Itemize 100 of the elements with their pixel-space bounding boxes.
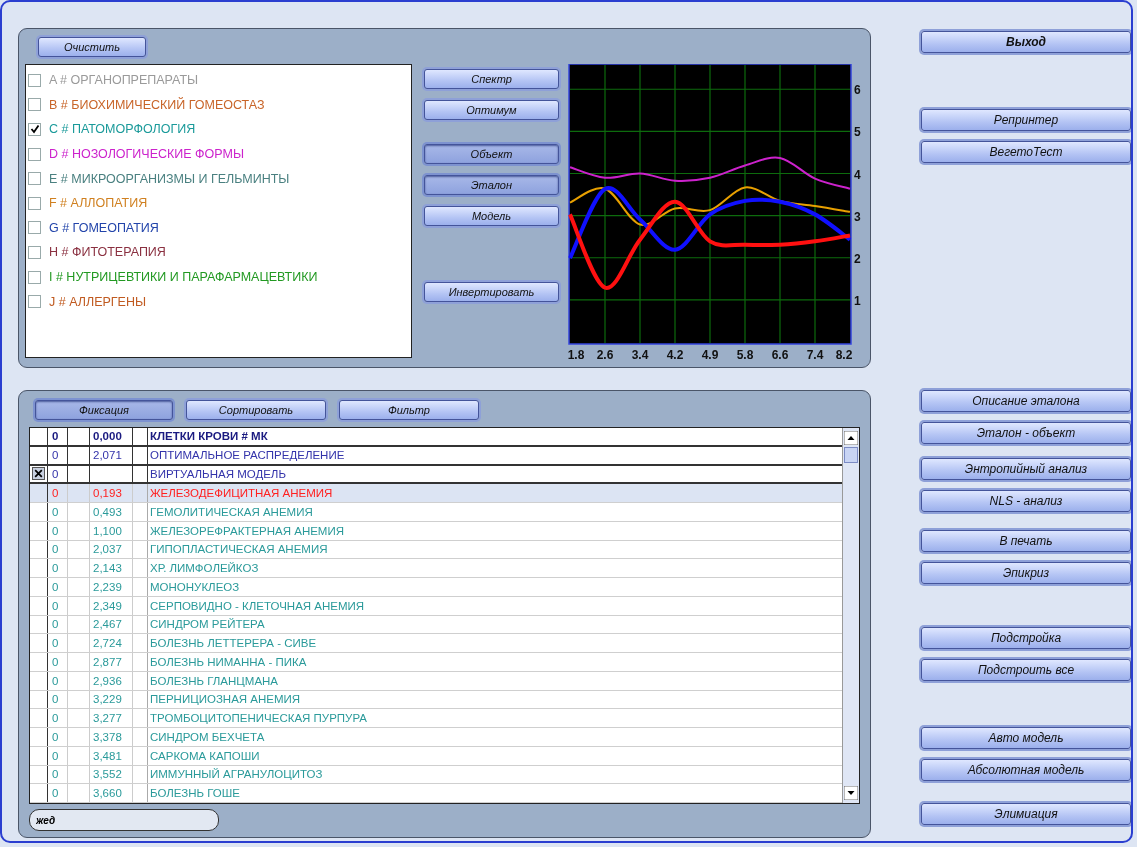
table-cell: 3,229 — [93, 693, 122, 706]
table-cell: СИНДРОМ БЕХЧЕТА — [150, 730, 265, 743]
table-cell: 0 — [52, 618, 59, 631]
table-cell: 2,349 — [93, 599, 122, 612]
side-button[interactable]: Подстройка — [921, 627, 1131, 649]
table-row[interactable]: 0 2,724 БОЛЕЗНЬ ЛЕТТЕРЕРА - СИВЕ — [30, 634, 842, 653]
mode-button[interactable]: Спектр — [424, 69, 559, 89]
checkbox[interactable] — [28, 196, 41, 210]
x-tick-label: 3.4 — [631, 348, 649, 362]
side-button[interactable]: Энтропийный анализ — [921, 458, 1131, 480]
table-cell: 2,936 — [93, 674, 122, 687]
table-row[interactable]: 0 0,493 ГЕМОЛИТИЧЕСКАЯ АНЕМИЯ — [30, 503, 842, 522]
y-tick-label: 2 — [854, 251, 861, 266]
table-button[interactable]: Фиксация — [35, 400, 173, 420]
table-row[interactable]: 0 2,936 БОЛЕЗНЬ ГЛАНЦМАНА — [30, 671, 842, 691]
side-button[interactable]: Элимиация — [921, 803, 1131, 825]
table-cell: 0 — [52, 562, 59, 575]
category-label[interactable]: H # ФИТОТЕРАПИЯ — [49, 245, 166, 260]
table-button[interactable]: Сортировать — [186, 400, 326, 420]
mode-button[interactable]: Эталон — [424, 175, 559, 195]
table-cell: ХР. ЛИМФОЛЕЙКОЗ — [150, 562, 259, 575]
table-cell: ПЕРНИЦИОЗНАЯ АНЕМИЯ — [150, 693, 301, 706]
mode-button[interactable]: Модель — [424, 206, 559, 226]
side-button[interactable]: ВегетоТест — [921, 141, 1131, 163]
category-label[interactable]: E # МИКРООРГАНИЗМЫ И ГЕЛЬМИНТЫ — [49, 171, 290, 186]
table-row[interactable]: 0 3,660 БОЛЕЗНЬ ГОШЕ — [30, 784, 842, 803]
category-label[interactable]: G # ГОМЕОПАТИЯ — [49, 220, 159, 235]
x-tick-label: 8.2 — [835, 348, 853, 362]
table-row[interactable]: 0 2,877 БОЛЕЗНЬ НИМАННА - ПИКА — [30, 653, 842, 672]
category-label[interactable]: D # НОЗОЛОГИЧЕСКИЕ ФОРМЫ — [49, 147, 245, 162]
side-button[interactable]: Выход — [921, 31, 1131, 53]
x-tick-label: 1.8 — [568, 348, 585, 362]
checkbox[interactable] — [28, 147, 41, 161]
table-cell: 0 — [52, 637, 59, 650]
category-label[interactable]: C # ПАТОМОРФОЛОГИЯ — [49, 122, 196, 137]
side-button[interactable]: В печать — [921, 530, 1131, 552]
table-row[interactable]: 0 0,000 КЛЕТКИ КРОВИ # МК — [30, 428, 842, 447]
x-tick-label: 5.8 — [736, 348, 754, 362]
category-label[interactable]: J # АЛЛЕРГЕНЫ — [49, 294, 147, 309]
side-button[interactable]: Авто модель — [921, 727, 1131, 749]
clear-button[interactable]: Очистить — [38, 37, 146, 57]
scrollbar[interactable] — [842, 428, 859, 803]
side-button[interactable]: Абсолютная модель — [921, 759, 1131, 781]
checkbox[interactable] — [28, 270, 41, 284]
table-row[interactable]: 0 2,071 ОПТИМАЛЬНОЕ РАСПРЕДЕЛЕНИЕ — [30, 446, 842, 466]
mode-button[interactable]: Оптимум — [424, 100, 559, 120]
scroll-down-icon[interactable] — [844, 786, 858, 800]
table-button[interactable]: Фильтр — [339, 400, 479, 420]
x-tick-label: 6.6 — [771, 348, 789, 362]
table-cell: 0,000 — [93, 430, 122, 443]
table-row[interactable]: 0 2,349 СЕРПОВИДНО - КЛЕТОЧНАЯ АНЕМИЯ — [30, 596, 842, 616]
table-cell: ИММУННЫЙ АГРАНУЛОЦИТОЗ — [150, 768, 323, 781]
y-tick-label: 6 — [854, 83, 861, 98]
table-cell: ОПТИМАЛЬНОЕ РАСПРЕДЕЛЕНИЕ — [150, 449, 345, 462]
table-row[interactable]: 0 2,037 ГИПОПЛАСТИЧЕСКАЯ АНЕМИЯ — [30, 540, 842, 560]
side-button[interactable]: Эталон - объект — [921, 422, 1131, 444]
side-button[interactable]: Подстроить все — [921, 659, 1131, 681]
table-row[interactable]: 0 3,552 ИММУННЫЙ АГРАНУЛОЦИТОЗ — [30, 765, 842, 785]
table-cell: САРКОМА КАПОШИ — [150, 749, 260, 762]
table-cell: ТРОМБОЦИТОПЕНИЧЕСКАЯ ПУРПУРА — [150, 712, 367, 725]
table-row[interactable]: 0 3,229 ПЕРНИЦИОЗНАЯ АНЕМИЯ — [30, 690, 842, 710]
checkbox[interactable] — [28, 123, 41, 136]
scroll-thumb[interactable] — [844, 447, 858, 463]
mode-button[interactable]: Инвертировать — [424, 282, 559, 302]
table-cell: БОЛЕЗНЬ ЛЕТТЕРЕРА - СИВЕ — [150, 637, 317, 650]
table-cell: 0 — [52, 505, 59, 518]
category-label[interactable]: I # НУТРИЦЕВТИКИ И ПАРАФАРМАЦЕВТИКИ — [49, 270, 318, 285]
table-cell: 2,071 — [93, 449, 122, 462]
side-button[interactable]: Описание эталона — [921, 390, 1131, 412]
table-cell: 2,143 — [93, 562, 122, 575]
table-row[interactable]: 0 2,143 ХР. ЛИМФОЛЕЙКОЗ — [30, 559, 842, 578]
table-row[interactable]: 0 2,239 МОНОНУКЛЕОЗ — [30, 578, 842, 597]
table-cell: 0 — [52, 430, 59, 443]
checkbox[interactable] — [28, 98, 41, 112]
checkbox[interactable] — [28, 73, 41, 87]
checkbox[interactable] — [28, 221, 41, 235]
table-cell: БОЛЕЗНЬ ГОШЕ — [150, 787, 240, 800]
side-button[interactable]: NLS - анализ — [921, 490, 1131, 512]
checkbox[interactable] — [28, 245, 41, 259]
table-cell: 2,037 — [93, 543, 122, 556]
table-row[interactable]: 0 3,378 СИНДРОМ БЕХЧЕТА — [30, 728, 842, 747]
mode-button[interactable]: Объект — [424, 144, 559, 164]
checkbox[interactable] — [28, 295, 41, 309]
y-tick-label: 3 — [854, 209, 861, 224]
side-button[interactable]: Репринтер — [921, 109, 1131, 131]
scroll-up-icon[interactable] — [844, 431, 858, 445]
table-row[interactable]: 0 3,481 САРКОМА КАПОШИ — [30, 746, 842, 766]
table-cell: 2,239 — [93, 580, 122, 593]
table-cell: 0 — [52, 487, 59, 500]
search-field[interactable]: жед — [29, 809, 219, 831]
table-cell: 0,193 — [93, 487, 122, 500]
x-tick-label: 4.9 — [701, 348, 719, 362]
side-button[interactable]: Эпикриз — [921, 562, 1131, 584]
row-checkbox[interactable] — [32, 467, 45, 481]
checkbox[interactable] — [28, 172, 41, 186]
table-row[interactable]: 0 3,277 ТРОМБОЦИТОПЕНИЧЕСКАЯ ПУРПУРА — [30, 709, 842, 728]
category-label[interactable]: B # БИОХИМИЧЕСКИЙ ГОМЕОСТАЗ — [49, 97, 265, 112]
table-row[interactable]: 0 2,467 СИНДРОМ РЕЙТЕРА — [30, 615, 842, 635]
table-cell: МОНОНУКЛЕОЗ — [150, 580, 240, 593]
table-row[interactable]: 0 1,100 ЖЕЛЕЗОРЕФРАКТЕРНАЯ АНЕМИЯ — [30, 521, 842, 541]
